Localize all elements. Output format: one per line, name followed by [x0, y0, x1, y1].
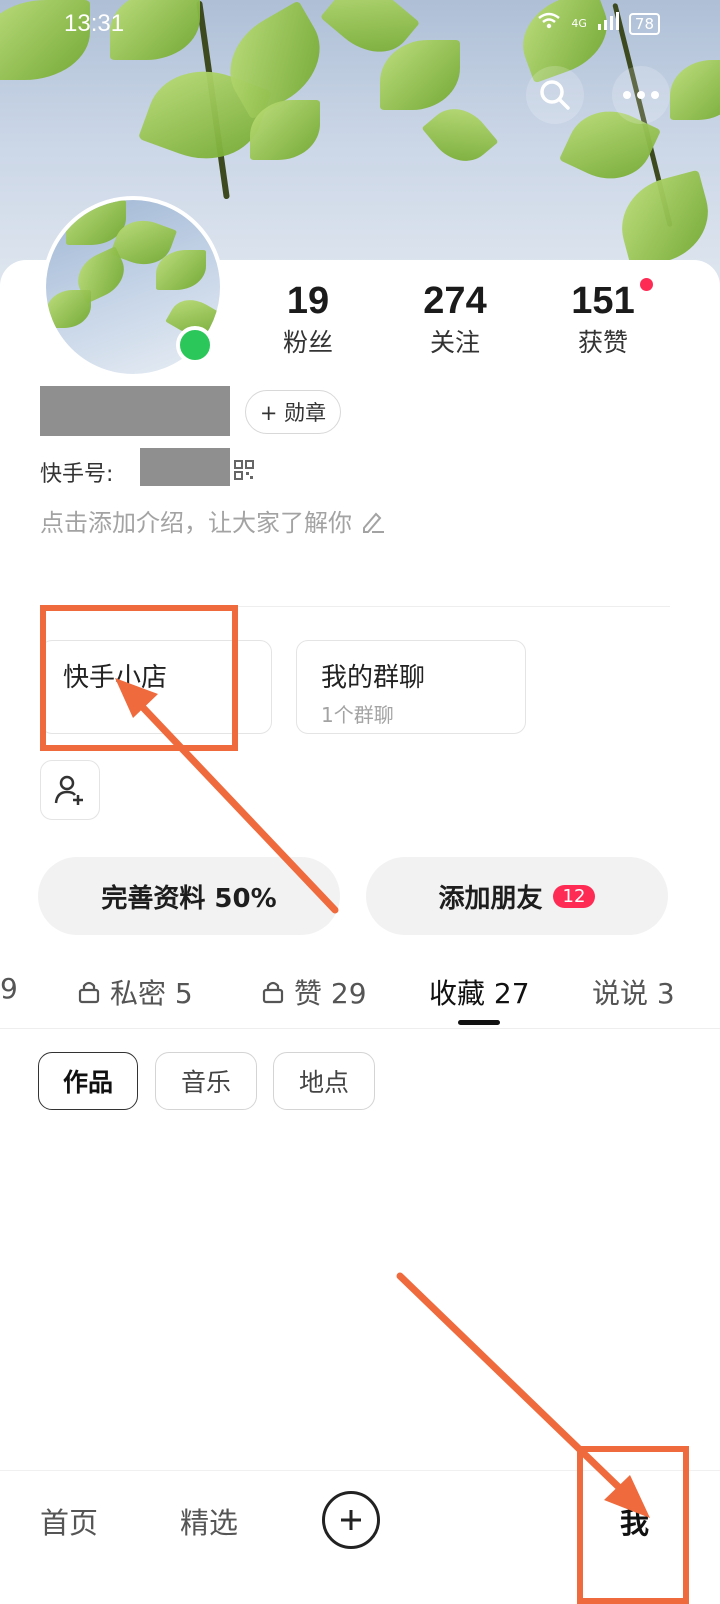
- annotation-arrows: [115, 678, 650, 1518]
